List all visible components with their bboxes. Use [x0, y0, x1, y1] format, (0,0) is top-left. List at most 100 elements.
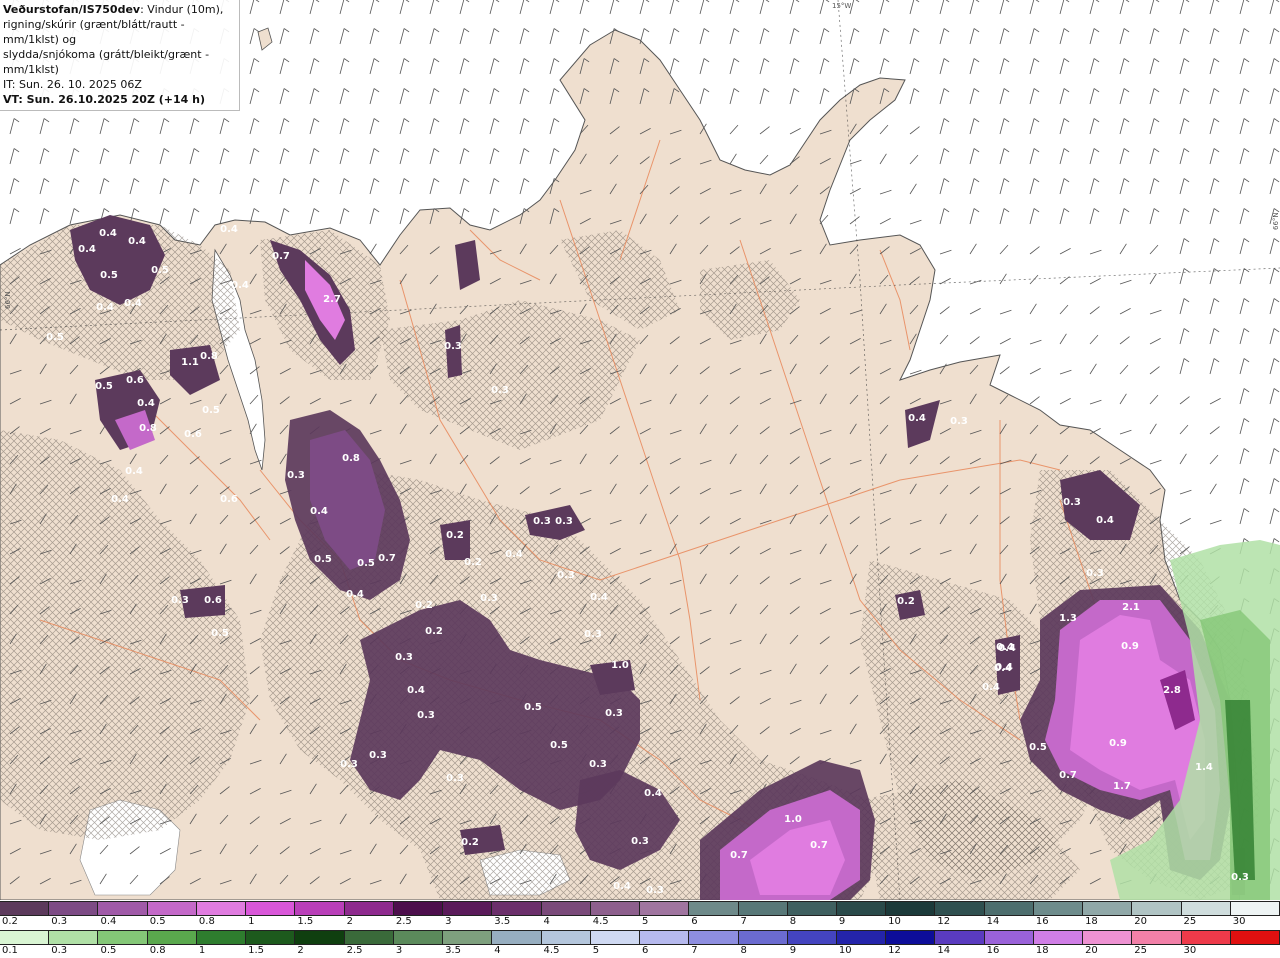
precip-value-label: 0.4 [124, 298, 142, 309]
title-rest: : Vindur (10m), [140, 3, 224, 16]
description-line-2: rigning/skúrir (grænt/blátt/rautt - mm/1… [3, 18, 185, 46]
precip-value-label: 0.3 [287, 470, 305, 481]
legend-swatch [738, 931, 788, 944]
brand-title: Veðurstofan/IS750dev [3, 3, 141, 16]
legend-tick-label: 1.5 [248, 945, 265, 956]
precip-value-label: 0.4 [128, 236, 146, 247]
legend-swatch [393, 902, 444, 915]
precip-value-label: 0.4 [1096, 515, 1114, 526]
legend-swatch [1083, 902, 1133, 915]
precip-value-label: 0.4 [590, 592, 608, 603]
legend-tick-label: 10 [838, 945, 852, 956]
precip-value-label: 0.4 [613, 881, 631, 892]
legend-tick-label: 5 [642, 916, 649, 927]
legend-swatch [1033, 902, 1084, 915]
legend-tick-label: 3 [395, 945, 403, 956]
precip-value-label: 0.3 [395, 652, 413, 663]
legend-tick-label: 0.3 [51, 916, 68, 927]
legend-swatch [1132, 902, 1182, 915]
legend-tick-label: 4 [543, 916, 550, 927]
legend-tick-label: 2.5 [346, 945, 363, 956]
legend-tick-label: 9 [838, 916, 846, 927]
legend-swatch [1033, 931, 1084, 944]
precip-value-label: 0.5 [1029, 742, 1047, 753]
precip-value-label: 0.3 [584, 629, 602, 640]
legend-swatch [590, 931, 641, 944]
legend-swatch [147, 902, 197, 915]
legend-tick-label: 4.5 [543, 945, 560, 956]
precip-value-label: 1.1 [181, 357, 199, 368]
precip-value-label: 0.4 [996, 642, 1014, 653]
legend-tick-label: 25 [1183, 916, 1197, 927]
legend-swatch [98, 902, 148, 915]
precip-value-label: 0.4 [505, 549, 523, 560]
precip-value-label: 0.3 [1063, 497, 1081, 508]
precip-value-label: 0.4 [137, 398, 155, 409]
legend-tick-label: 6 [691, 916, 698, 927]
legend-tick-label: 14 [937, 945, 951, 956]
legend-swatch [295, 902, 345, 915]
legend-swatch [196, 931, 247, 944]
precip-value-label: 0.4 [231, 280, 249, 291]
legend-tick-label: 1 [198, 945, 206, 956]
legend-tick-label: 0.3 [51, 945, 68, 956]
legend-swatch [492, 931, 542, 944]
legend-swatch [344, 902, 394, 915]
precip-value-label: 0.3 [589, 759, 607, 770]
precip-value-label: 0.4 [982, 682, 1000, 693]
legend-tick-label: 25 [1134, 945, 1148, 956]
legend-swatch [1181, 931, 1231, 944]
legend-tick-label: 0.8 [149, 945, 166, 956]
precip-value-label: 0.6 [220, 494, 238, 505]
legend-swatch [196, 902, 247, 915]
legend-swatch [541, 931, 591, 944]
legend-tick-label: 3.5 [494, 916, 511, 927]
snow-legend-ticks: 0.2 0.3 0.4 0.5 0.8 1 1.5 2 2.5 3 3.5 4 4.5 5 6 7 8 9 10 12… [0, 915, 1280, 929]
precip-value-label: 0.3 [340, 759, 358, 770]
legend-tick-label: 2.5 [395, 916, 412, 927]
precip-value-label: 0.7 [730, 850, 748, 861]
legend-swatch [492, 902, 542, 915]
rain-legend-ticks: 0.1 0.3 0.5 0.8 1 1.5 2 2.5 3 3.5 4 4.5 5 6 7 8 9 10 12 14 1… [0, 944, 1280, 958]
precip-value-label: 0.9 [1121, 641, 1139, 652]
legend-swatch [1230, 931, 1280, 944]
precip-value-label: 0.2 [446, 530, 464, 541]
legend-tick-label: 8 [789, 916, 797, 927]
precip-value-label: 0.6 [184, 429, 202, 440]
precip-value-label: 0.3 [631, 836, 649, 847]
legend-tick-label: 2 [297, 945, 304, 956]
precip-value-label: 0.7 [272, 251, 290, 262]
legend-tick-label: 12 [937, 916, 951, 927]
precip-value-label: 0.5 [211, 628, 229, 639]
legend-tick-label: 30 [1232, 916, 1246, 927]
legend-swatch [787, 931, 837, 944]
precip-value-label: 0.2 [425, 626, 443, 637]
rain-legend-swatches [0, 930, 1280, 945]
precip-value-label: 0.2 [464, 557, 482, 568]
legend-swatch [836, 902, 887, 915]
legend-swatch [787, 902, 837, 915]
legend-tick-label: 7 [740, 916, 747, 927]
legend-tick-label: 3 [445, 916, 452, 927]
precip-value-label: 0.5 [151, 265, 169, 276]
legend-swatch [640, 931, 690, 944]
legend-swatch [935, 902, 985, 915]
lat-label-right: 66°N [1272, 212, 1280, 230]
legend-tick-label: 6 [642, 945, 649, 956]
legend-tick-label: 0.8 [198, 916, 215, 927]
legend-swatch [443, 931, 493, 944]
precip-value-label: 0.4 [994, 663, 1012, 674]
legend-tick-label: 2 [346, 916, 353, 927]
legend-swatch [0, 931, 50, 944]
snow-legend: 0.2 0.3 0.4 0.5 0.8 1 1.5 2 2.5 3 3.5 4 4.5 5 6 7 8 9 10 12… [0, 900, 1280, 929]
legend-tick-label: 0.1 [2, 945, 18, 956]
legend-swatch [295, 931, 345, 944]
legend-swatch [98, 931, 148, 944]
legend-tick-label: 0.4 [100, 916, 117, 927]
precip-value-label: 0.3 [555, 516, 573, 527]
legend-tick-label: 14 [986, 916, 1000, 927]
legend-swatch [886, 931, 936, 944]
precip-value-label: 0.3 [533, 516, 551, 527]
description-line-3: slydda/snjókoma (grátt/bleikt/grænt - mm… [3, 48, 210, 76]
legend-swatch [689, 902, 739, 915]
